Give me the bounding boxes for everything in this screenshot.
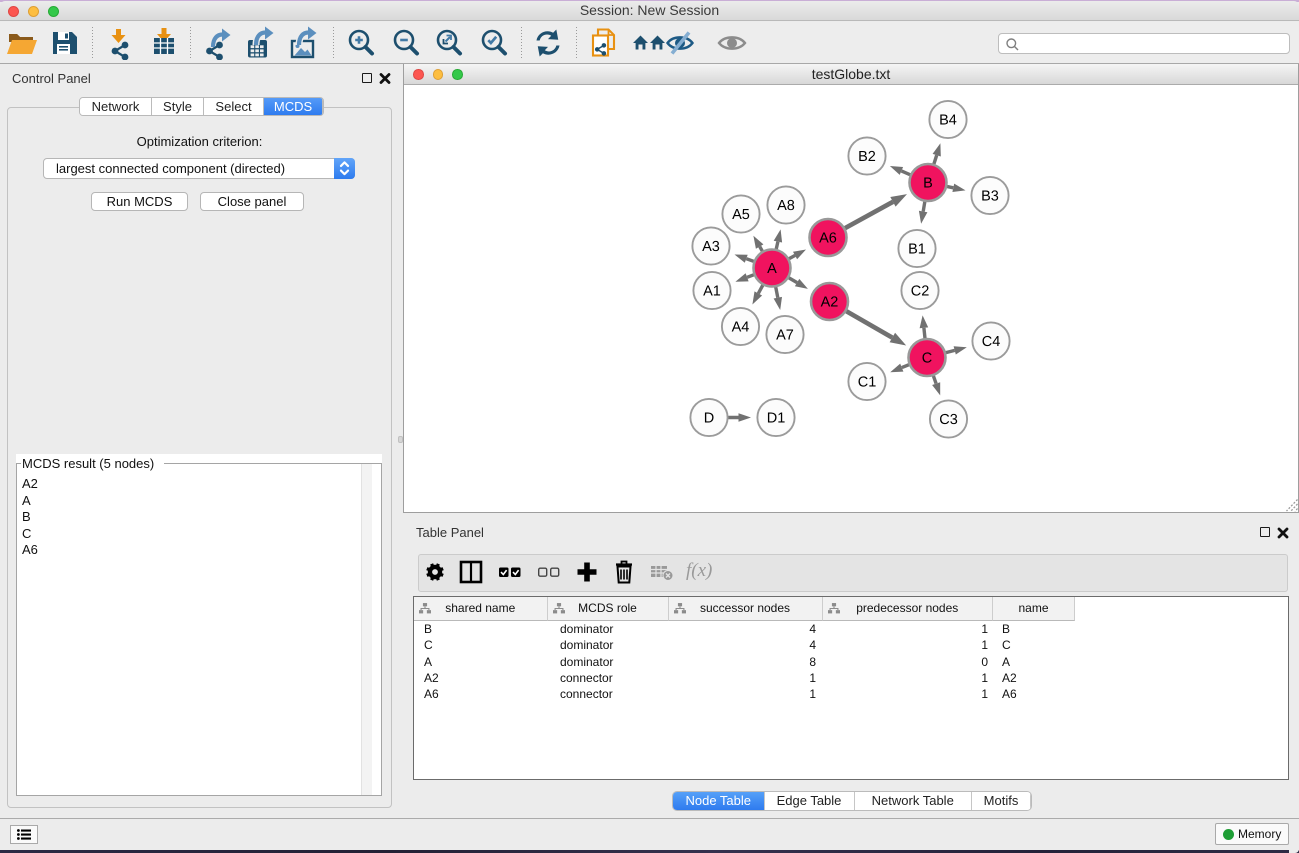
svg-text:D1: D1 bbox=[767, 411, 786, 427]
svg-text:A2: A2 bbox=[821, 295, 839, 311]
svg-text:B2: B2 bbox=[858, 149, 876, 165]
svg-text:B3: B3 bbox=[981, 189, 999, 205]
svg-text:A6: A6 bbox=[819, 231, 837, 247]
svg-text:A1: A1 bbox=[703, 284, 721, 300]
svg-text:B1: B1 bbox=[908, 242, 926, 258]
svg-text:A: A bbox=[767, 261, 777, 277]
svg-text:A3: A3 bbox=[702, 239, 720, 255]
svg-text:B: B bbox=[923, 176, 933, 192]
svg-text:C3: C3 bbox=[939, 412, 958, 428]
svg-text:A5: A5 bbox=[732, 207, 750, 223]
svg-text:C2: C2 bbox=[911, 284, 930, 300]
svg-text:D: D bbox=[704, 411, 714, 427]
svg-text:C4: C4 bbox=[982, 334, 1001, 350]
svg-text:C: C bbox=[922, 351, 932, 367]
svg-text:A4: A4 bbox=[732, 320, 750, 336]
svg-text:A8: A8 bbox=[777, 198, 795, 214]
svg-text:B4: B4 bbox=[939, 113, 957, 129]
svg-text:A7: A7 bbox=[776, 328, 794, 344]
svg-text:C1: C1 bbox=[858, 375, 877, 391]
